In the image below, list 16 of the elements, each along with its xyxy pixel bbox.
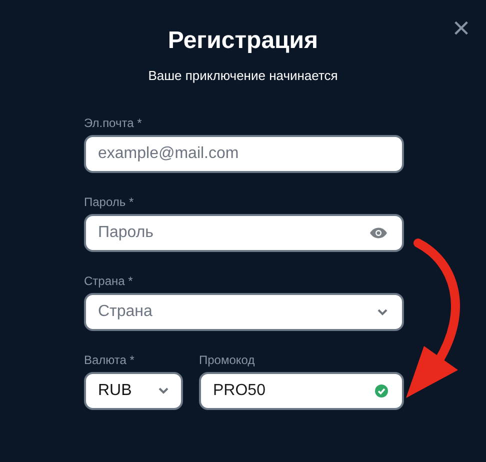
currency-select[interactable]: RUB [84,372,183,410]
email-field[interactable]: example@mail.com [84,134,404,172]
chevron-down-icon [158,387,169,394]
eye-icon[interactable] [369,226,388,238]
field-label: Промокод [199,352,256,366]
password-field[interactable]: Пароль [84,214,404,252]
subtitle: Ваше приключение начинается [147,67,339,85]
chevron-down-icon [377,308,388,315]
country-select[interactable]: Страна [84,292,404,330]
close-button[interactable]: × [452,14,470,44]
dialog-title: Регистрация [168,26,318,56]
field-label: Страна * [84,274,134,288]
promo-code-field[interactable]: PRO50 [199,372,404,410]
field-label: Эл.почта * [84,116,143,130]
field-label: Пароль * [84,194,135,208]
field-label: Валюта * [84,352,136,366]
